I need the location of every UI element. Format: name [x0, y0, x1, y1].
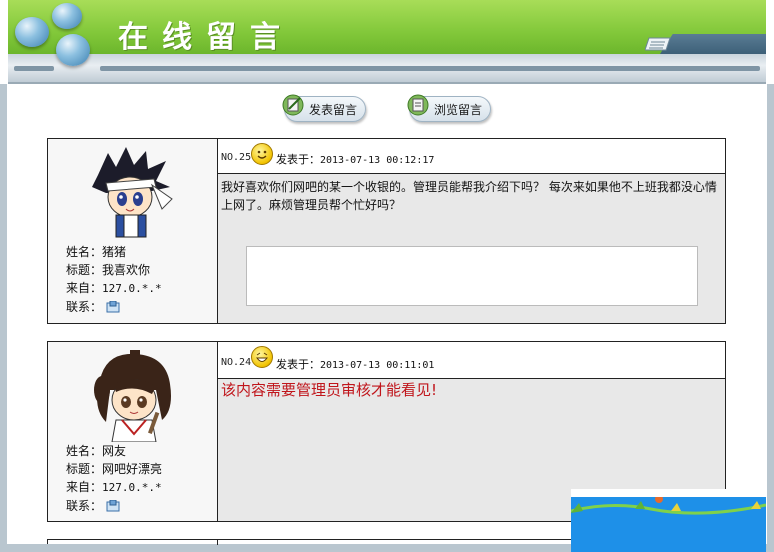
anime-boy-avatar: [92, 147, 173, 238]
message-header: NO.25 发表于：2013-07-13 00:12:17: [218, 139, 725, 174]
posted-time: 2013-07-13 00:12:17: [320, 155, 435, 166]
grin-icon: [251, 346, 273, 368]
contact-icon[interactable]: [106, 500, 120, 513]
browse-messages-button[interactable]: 浏览留言: [407, 94, 491, 122]
popup-ad[interactable]: [570, 489, 767, 552]
post-message-label: 发表留言: [309, 103, 358, 117]
contact-label: 联系：: [66, 499, 103, 513]
bubble-icon: [56, 34, 90, 66]
message-number: NO.25: [221, 152, 252, 163]
page-title: 在线留言: [118, 20, 294, 55]
message-subject: 网吧好漂亮: [102, 462, 163, 476]
banner-stripe: [14, 66, 54, 71]
subject-label: 标题：: [66, 462, 103, 476]
subject-label: 标题：: [66, 263, 103, 277]
from-label: 来自：: [66, 480, 103, 494]
browse-messages-label: 浏览留言: [434, 103, 483, 117]
message-entry: 姓名：猪猪 标题：我喜欢你 来自：127.0.*.* 联系： NO.25 发表于…: [47, 138, 726, 324]
message-body: 我好喜欢你们网吧的某一个收银的。管理员能帮我介绍下吗？ 每次来如果他不上班我都没…: [218, 174, 725, 323]
message-panel: NO.25 发表于：2013-07-13 00:12:17 我好喜欢你们网吧的某…: [218, 139, 725, 323]
contact-icon[interactable]: [106, 301, 120, 314]
author-panel: 姓名：猪猪 标题：我喜欢你 来自：127.0.*.* 联系：: [48, 139, 218, 323]
message-subject: 我喜欢你: [102, 263, 151, 277]
author-info: 姓名：猪猪 标题：我喜欢你 来自：127.0.*.* 联系：: [66, 243, 162, 316]
bubble-icon: [15, 17, 49, 47]
bubble-icon: [52, 3, 82, 29]
popup-decoration: [570, 495, 767, 515]
name-label: 姓名：: [66, 245, 103, 259]
posted-label: 发表于：: [276, 358, 320, 371]
header-banner: 在线留言: [0, 0, 774, 84]
author-ip: 127.0.*.*: [102, 481, 162, 494]
from-label: 来自：: [66, 281, 103, 295]
author-ip: 127.0.*.*: [102, 282, 162, 295]
author-info: 姓名：网友 标题：网吧好漂亮 来自：127.0.*.* 联系：: [66, 442, 162, 515]
frame-border-left: [0, 84, 7, 544]
banner-tab: [660, 34, 766, 54]
pending-review-notice: 该内容需要管理员审核才能看见!: [221, 381, 438, 399]
posted-time: 2013-07-13 00:11:01: [320, 360, 435, 371]
contact-label: 联系：: [66, 300, 103, 314]
notepad-icon: [645, 37, 671, 51]
banner-stripe: [100, 66, 760, 71]
frame-border-right: [767, 84, 774, 544]
posted-label: 发表于：: [276, 153, 320, 166]
author-name: 猪猪: [102, 245, 127, 259]
anime-girl-avatar: [94, 350, 171, 442]
edit-note-icon: [282, 94, 304, 116]
message-number: NO.24: [221, 357, 252, 368]
name-label: 姓名：: [66, 444, 103, 458]
message-content: 我好喜欢你们网吧的某一个收银的。管理员能帮我介绍下吗？ 每次来如果他不上班我都没…: [221, 180, 717, 212]
browse-note-icon: [407, 94, 429, 116]
page: 在线留言 发表留言 浏览留言 姓名：猪猪 标题：我喜欢你 来自：127.0.*.…: [0, 0, 774, 552]
smile-icon: [251, 143, 273, 165]
author-panel: 姓名：网友 标题：网吧好漂亮 来自：127.0.*.* 联系：: [48, 342, 218, 521]
message-header: NO.24 发表于：2013-07-13 00:11:01: [218, 342, 725, 379]
post-message-button[interactable]: 发表留言: [282, 94, 366, 122]
author-name: 网友: [102, 444, 127, 458]
admin-reply-box: [246, 246, 698, 306]
